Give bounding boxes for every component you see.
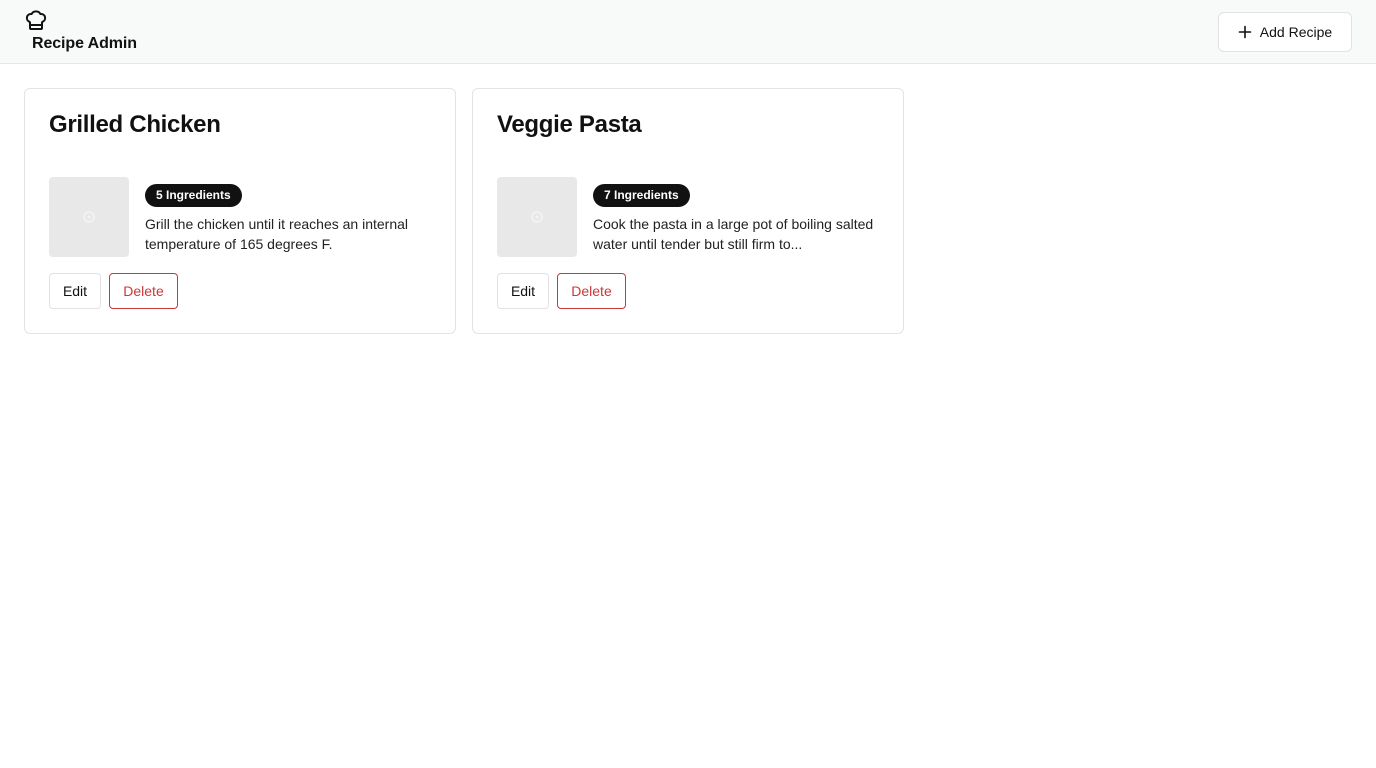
app-title: Recipe Admin: [32, 35, 137, 52]
ingredients-badge: 5 Ingredients: [145, 184, 242, 207]
top-bar: Recipe Admin Add Recipe: [0, 0, 1376, 64]
plus-icon: [1238, 25, 1252, 39]
recipe-card: Veggie Pasta 7 Ingredients Cook the past…: [472, 88, 904, 334]
edit-button[interactable]: Edit: [49, 273, 101, 309]
recipe-description: Grill the chicken until it reaches an in…: [145, 216, 409, 252]
add-recipe-label: Add Recipe: [1259, 24, 1333, 40]
recipe-card: Grilled Chicken 5 Ingredients Grill the …: [24, 88, 456, 334]
delete-button[interactable]: Delete: [109, 273, 178, 309]
ingredients-badge: 7 Ingredients: [593, 184, 690, 207]
chef-hat-icon: [24, 8, 48, 32]
recipe-image-placeholder: [49, 177, 129, 257]
edit-button[interactable]: Edit: [497, 273, 549, 309]
recipe-title: Grilled Chicken: [49, 111, 221, 138]
recipe-description: Cook the pasta in a large pot of boiling…: [593, 216, 874, 252]
recipe-image-placeholder: [497, 177, 577, 257]
image-placeholder-icon: [83, 211, 95, 223]
add-recipe-button[interactable]: Add Recipe: [1218, 12, 1352, 52]
delete-button[interactable]: Delete: [557, 273, 626, 309]
recipe-title: Veggie Pasta: [497, 111, 642, 138]
image-placeholder-icon: [531, 211, 543, 223]
